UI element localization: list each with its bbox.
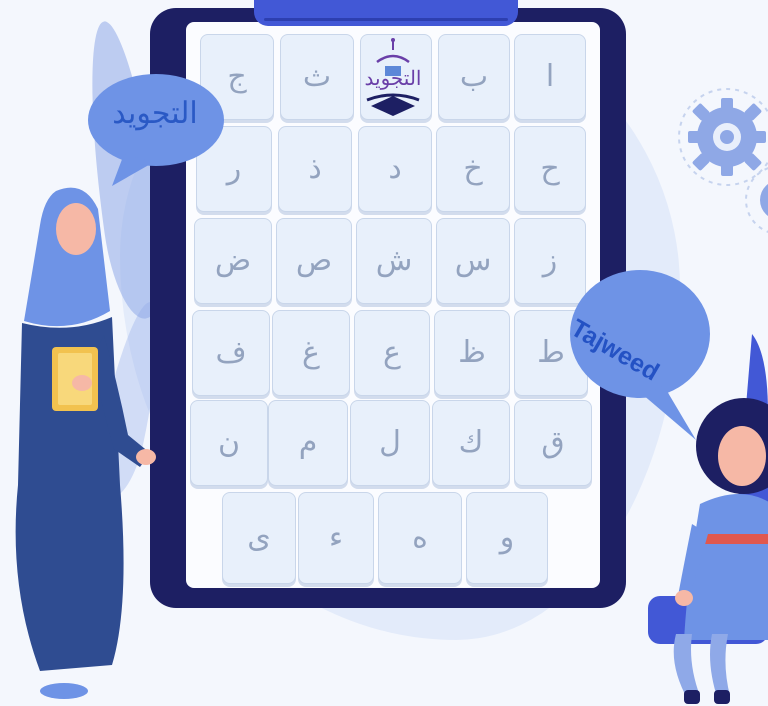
letter-key: ب xyxy=(438,34,510,120)
letter-key: غ xyxy=(272,310,350,396)
tajweed-logo: التجويد xyxy=(357,36,429,120)
letter-key: ص xyxy=(276,218,352,304)
letter-key: ن xyxy=(190,400,268,486)
letter-key: ش xyxy=(356,218,432,304)
logo-text: التجويد xyxy=(364,66,422,90)
letter-key: ى xyxy=(222,492,296,584)
letter-key: ه xyxy=(378,492,462,584)
letter-key: ف xyxy=(192,310,270,396)
letter-key: ح xyxy=(514,126,586,212)
clipboard-clip xyxy=(254,0,518,26)
letter-key: ع xyxy=(354,310,430,396)
gear-icon xyxy=(745,167,768,233)
letter-key: ذ xyxy=(278,126,352,212)
letter-key: ك xyxy=(432,400,510,486)
letter-key: و xyxy=(466,492,548,584)
girl-figure xyxy=(648,334,768,704)
letter-key: ا xyxy=(514,34,586,120)
illustration: ج ث ب ا ر ذ د خ ح ض ص ش س ز ف غ ع ظ ط ن … xyxy=(0,0,768,706)
letter-key: م xyxy=(268,400,348,486)
bubble-left-text: التجويد xyxy=(112,96,198,131)
letter-key: ض xyxy=(194,218,272,304)
letter-key: س xyxy=(436,218,510,304)
woman-figure xyxy=(15,187,156,699)
letter-key: ل xyxy=(350,400,430,486)
letter-key: ظ xyxy=(434,310,510,396)
letter-key: ء xyxy=(298,492,374,584)
letter-key: خ xyxy=(436,126,510,212)
letter-key: ث xyxy=(280,34,354,120)
speech-bubble-left: التجويد xyxy=(84,70,226,188)
letter-key: د xyxy=(358,126,432,212)
